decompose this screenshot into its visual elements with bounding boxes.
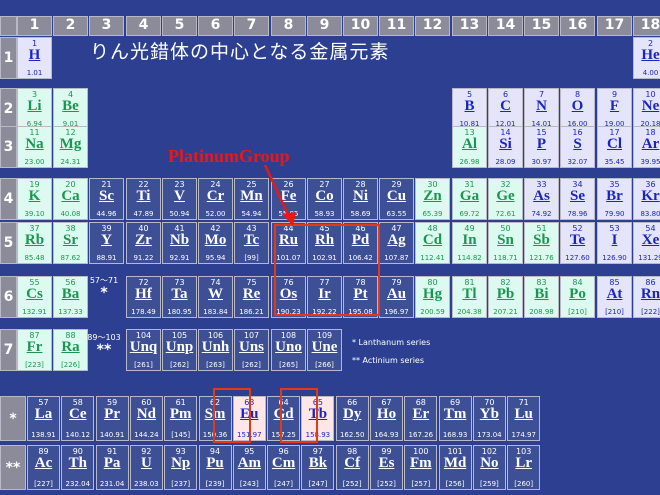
annotation-arrow: [263, 164, 296, 226]
